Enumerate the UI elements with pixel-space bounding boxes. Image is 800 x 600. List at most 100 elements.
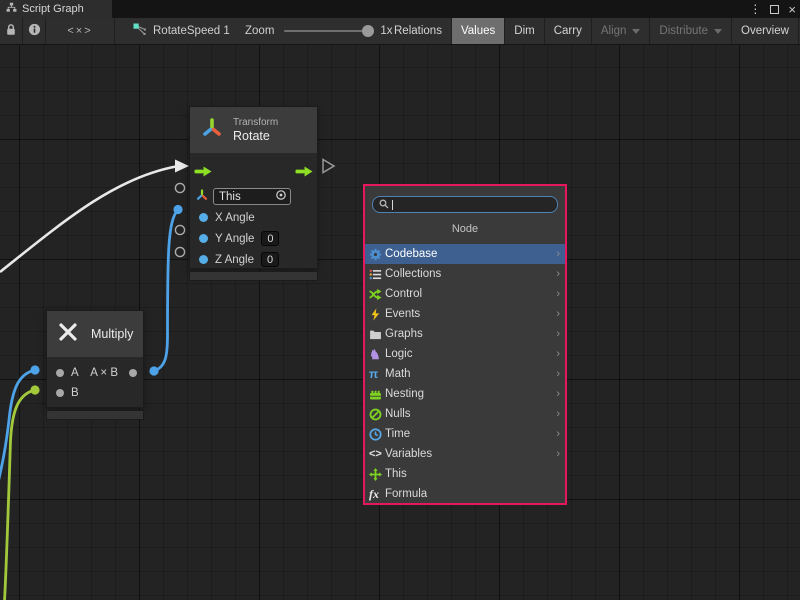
flow-input-arrow[interactable] xyxy=(194,164,212,182)
clock-icon xyxy=(369,428,385,441)
unconnected-port-yangle[interactable] xyxy=(175,225,184,234)
rotate-node-footer xyxy=(189,271,318,281)
flow-output-triangle[interactable] xyxy=(323,160,334,173)
zoom-slider-handle[interactable] xyxy=(362,25,374,37)
multiply-node-header[interactable]: Multiply xyxy=(47,311,143,357)
z-angle-label: Z Angle xyxy=(215,254,254,266)
flow-output-arrow[interactable] xyxy=(295,164,313,182)
z-angle-input[interactable]: 0 xyxy=(261,252,279,267)
toolbar-button-label: Relations xyxy=(394,25,442,37)
this-object-field[interactable]: This xyxy=(213,188,291,205)
close-icon[interactable]: × xyxy=(788,3,796,16)
lock-button[interactable] xyxy=(0,18,23,44)
chevron-right-icon: › xyxy=(556,328,560,340)
toolbar-button-distribute: Distribute xyxy=(650,18,732,44)
graph-asset-icon xyxy=(133,23,146,39)
node-multiply[interactable]: Multiply A A × B B xyxy=(46,310,144,408)
menu-item-this[interactable]: This xyxy=(365,464,565,484)
wire-multiply-to-xangle xyxy=(154,210,178,372)
shuffle-icon xyxy=(369,288,385,301)
brick-icon xyxy=(369,388,385,401)
tab-script-graph[interactable]: Script Graph xyxy=(0,0,112,18)
maximize-icon[interactable] xyxy=(770,5,779,14)
brackets-icon: <> xyxy=(369,448,385,461)
menu-item-logic[interactable]: ♞Logic› xyxy=(365,344,565,364)
toolbar-button-label: Distribute xyxy=(659,25,708,37)
fx-icon: fx xyxy=(369,488,385,501)
wire-end-a[interactable] xyxy=(30,365,39,374)
port-z-angle[interactable] xyxy=(199,255,208,264)
object-picker-icon[interactable] xyxy=(275,189,287,204)
port-result[interactable] xyxy=(129,369,137,377)
menu-item-events[interactable]: Events› xyxy=(365,304,565,324)
chevron-right-icon: › xyxy=(556,308,560,320)
knight-icon: ♞ xyxy=(369,348,385,361)
this-field-value: This xyxy=(219,191,241,203)
toolbar-button-label: Values xyxy=(461,25,495,37)
menu-item-math[interactable]: πMath› xyxy=(365,364,565,384)
breadcrumb[interactable]: RotateSpeed 1 xyxy=(133,18,230,44)
list-icon xyxy=(369,268,385,281)
rotate-node-header[interactable]: Transform Rotate xyxy=(190,107,317,153)
window-menu-icon[interactable]: ⋮ xyxy=(749,3,761,15)
menu-item-graphs[interactable]: Graphs› xyxy=(365,324,565,344)
x-angle-row: X Angle xyxy=(190,207,317,228)
menu-item-control[interactable]: Control› xyxy=(365,284,565,304)
menu-item-time[interactable]: Time› xyxy=(365,424,565,444)
unconnected-port-this[interactable] xyxy=(175,183,184,192)
x-angle-label: X Angle xyxy=(215,212,255,224)
this-port-row: This xyxy=(190,186,317,207)
code-toggle-button[interactable]: <×> xyxy=(46,18,115,44)
search-field[interactable] xyxy=(372,196,558,213)
chevron-right-icon: › xyxy=(556,408,560,420)
chevron-right-icon: › xyxy=(556,428,560,440)
menu-item-label: Codebase xyxy=(385,248,556,260)
chevron-right-icon: › xyxy=(556,288,560,300)
toolbar-button-relations[interactable]: Relations xyxy=(385,18,452,44)
wire-end-b[interactable] xyxy=(30,385,39,394)
toolbar-button-dim[interactable]: Dim xyxy=(505,18,544,44)
wire-end-xangle[interactable] xyxy=(173,205,182,214)
chevron-right-icon: › xyxy=(556,268,560,280)
menu-item-label: Graphs xyxy=(385,328,556,340)
menu-item-collections[interactable]: Collections› xyxy=(365,264,565,284)
z-angle-row: Z Angle 0 xyxy=(190,249,317,270)
y-angle-label: Y Angle xyxy=(215,233,254,245)
dropdown-arrow-icon xyxy=(714,29,722,34)
breadcrumb-label: RotateSpeed 1 xyxy=(153,25,230,37)
node-search-input[interactable] xyxy=(396,198,551,211)
menu-item-variables[interactable]: <>Variables› xyxy=(365,444,565,464)
graph-canvas[interactable]: Transform Rotate xyxy=(0,45,800,600)
unconnected-port-zangle[interactable] xyxy=(175,247,184,256)
toolbar-button-align: Align xyxy=(592,18,651,44)
result-label: A × B xyxy=(86,367,122,379)
y-angle-input[interactable]: 0 xyxy=(261,231,279,246)
menu-item-label: Control xyxy=(385,288,556,300)
multiply-b-row: B xyxy=(47,383,143,403)
menu-item-label: Nesting xyxy=(385,388,556,400)
wire-end-result[interactable] xyxy=(149,366,158,375)
wire-into-b xyxy=(5,390,36,600)
port-a[interactable] xyxy=(56,369,64,377)
multiply-node-title: Multiply xyxy=(91,327,133,342)
port-x-angle[interactable] xyxy=(199,213,208,222)
menu-item-codebase[interactable]: Codebase› xyxy=(365,244,565,264)
toolbar-buttons: Relations Values DimCarryAlign Distribute Ov… xyxy=(385,18,800,44)
toolbar-button-overview[interactable]: Overview xyxy=(732,18,799,44)
menu-item-label: This xyxy=(385,468,560,480)
node-picker-popup: Node Codebase›Collections›Control›Events… xyxy=(363,184,567,505)
port-b[interactable] xyxy=(56,389,64,397)
menu-item-label: Time xyxy=(385,428,556,440)
menu-item-nulls[interactable]: Nulls› xyxy=(365,404,565,424)
menu-item-formula[interactable]: fxFormula xyxy=(365,484,565,504)
node-transform-rotate[interactable]: Transform Rotate xyxy=(189,106,318,269)
menu-item-label: Formula xyxy=(385,488,560,500)
menu-item-nesting[interactable]: Nesting› xyxy=(365,384,565,404)
flow-arrowhead xyxy=(175,160,189,173)
zoom-slider[interactable] xyxy=(284,30,374,32)
toolbar-button-values[interactable]: Values xyxy=(452,18,505,44)
toolbar-button-carry[interactable]: Carry xyxy=(545,18,592,44)
code-toggle-icon: <×> xyxy=(67,25,92,37)
info-button[interactable] xyxy=(23,18,46,44)
port-y-angle[interactable] xyxy=(199,234,208,243)
